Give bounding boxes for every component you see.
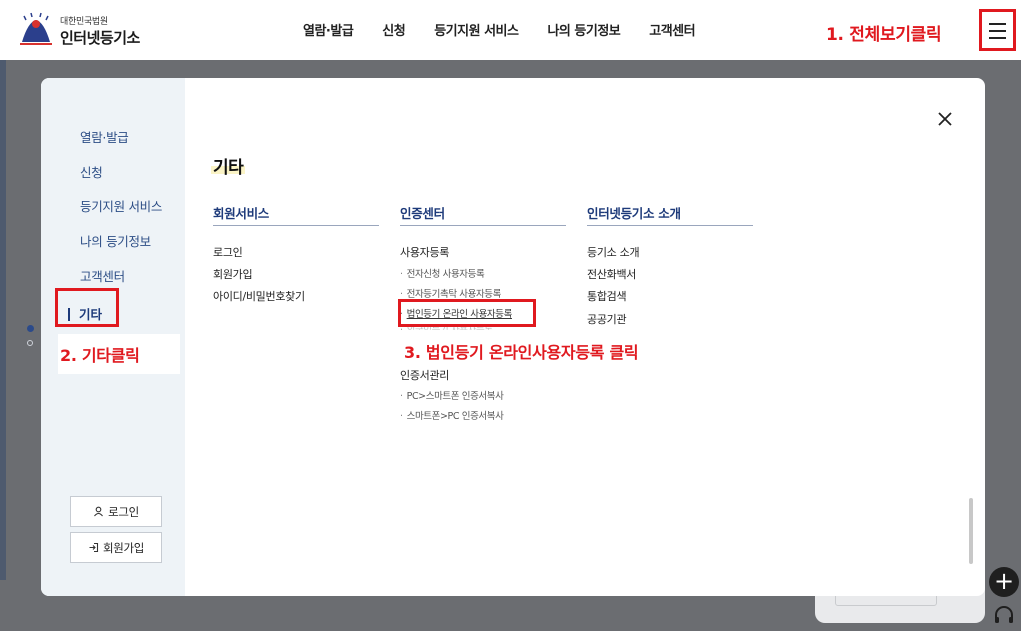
link-signup[interactable]: 회원가입 — [213, 266, 253, 282]
site-logo[interactable]: 대한민국법원 인터넷등기소 — [16, 10, 156, 52]
logo-subtitle: 대한민국법원 — [60, 17, 108, 27]
link-e-commission-user-reg[interactable]: 전자등기촉탁 사용자등록 — [400, 286, 502, 300]
nav-item-support[interactable]: 등기지원 서비스 — [434, 20, 519, 39]
link-public-institutions[interactable]: 공공기관 — [587, 311, 627, 327]
sidebar-item-view-issue[interactable]: 열람·발급 — [80, 127, 129, 146]
link-find-id-password[interactable]: 아이디/비밀번호찾기 — [213, 288, 305, 304]
link-registry-intro[interactable]: 등기소 소개 — [587, 244, 640, 260]
full-menu-modal: 열람·발급 신청 등기지원 서비스 나의 등기정보 고객센터 기타 2. 기타클… — [41, 78, 985, 596]
annotation-step1: 1. 전체보기클릭 — [826, 25, 942, 45]
column-cert-center: 인증센터 — [400, 203, 566, 226]
link-e-application-user-reg[interactable]: 전자신청 사용자등록 — [400, 266, 485, 280]
nav-item-my-info[interactable]: 나의 등기정보 — [547, 20, 620, 39]
headset-icon[interactable] — [992, 604, 1016, 628]
link-user-registration[interactable]: 사용자등록 — [400, 244, 449, 260]
modal-sidebar: 열람·발급 신청 등기지원 서비스 나의 등기정보 고객센터 기타 2. 기타클… — [41, 78, 185, 596]
annotation-box-step1 — [979, 9, 1016, 51]
logo-title: 인터넷등기소 — [60, 29, 140, 47]
main-nav: 열람·발급 신청 등기지원 서비스 나의 등기정보 고객센터 — [303, 20, 724, 39]
carousel-dot[interactable] — [27, 340, 33, 346]
close-icon[interactable] — [934, 108, 956, 130]
sidebar-login-button[interactable]: 로그인 — [70, 496, 162, 527]
page-title: 기타 — [213, 158, 244, 178]
sidebar-item-support[interactable]: 등기지원 서비스 — [80, 196, 162, 215]
column-title-cert-center: 인증센터 — [400, 203, 566, 226]
sidebar-item-customer-center[interactable]: 고객센터 — [80, 266, 125, 285]
annotation-step2: 2. 기타클릭 — [60, 346, 140, 365]
annotation-step3: 3. 법인등기 온라인사용자등록 클릭 — [404, 343, 639, 362]
sidebar-item-my-info[interactable]: 나의 등기정보 — [80, 231, 151, 250]
link-cert-management[interactable]: 인증서관리 — [400, 367, 449, 383]
modal-scrollbar[interactable] — [969, 498, 973, 564]
court-emblem-icon — [20, 12, 52, 45]
column-title-member-service: 회원서비스 — [213, 203, 379, 226]
column-title-about: 인터넷등기소 소개 — [587, 203, 753, 226]
login-arrow-icon — [89, 542, 98, 553]
user-icon — [94, 506, 104, 517]
site-header: 대한민국법원 인터넷등기소 열람·발급 신청 등기지원 서비스 나의 등기정보 … — [0, 0, 1021, 60]
backdrop-edge — [0, 60, 6, 580]
sidebar-signup-button[interactable]: 회원가입 — [70, 532, 162, 563]
link-integrated-search[interactable]: 통합검색 — [587, 288, 627, 304]
column-about: 인터넷등기소 소개 — [587, 203, 753, 226]
column-member-service: 회원서비스 — [213, 203, 379, 226]
link-login[interactable]: 로그인 — [213, 244, 243, 260]
link-phone-to-pc-cert-copy[interactable]: 스마트폰>PC 인증서복사 — [400, 408, 504, 422]
link-white-paper[interactable]: 전산화백서 — [587, 266, 636, 282]
plus-icon[interactable]: + — [989, 567, 1019, 597]
login-button-label: 로그인 — [108, 504, 139, 519]
link-pc-to-phone-cert-copy[interactable]: PC>스마트폰 인증서복사 — [400, 388, 504, 402]
nav-item-customer-center[interactable]: 고객센터 — [649, 20, 695, 39]
signup-button-label: 회원가입 — [102, 540, 145, 555]
carousel-dot-active[interactable] — [27, 325, 34, 332]
nav-item-view-issue[interactable]: 열람·발급 — [303, 20, 354, 39]
nav-item-apply[interactable]: 신청 — [382, 20, 405, 39]
sidebar-item-apply[interactable]: 신청 — [80, 162, 103, 181]
annotation-box-step2 — [55, 288, 119, 327]
annotation-box-step3 — [398, 299, 536, 327]
